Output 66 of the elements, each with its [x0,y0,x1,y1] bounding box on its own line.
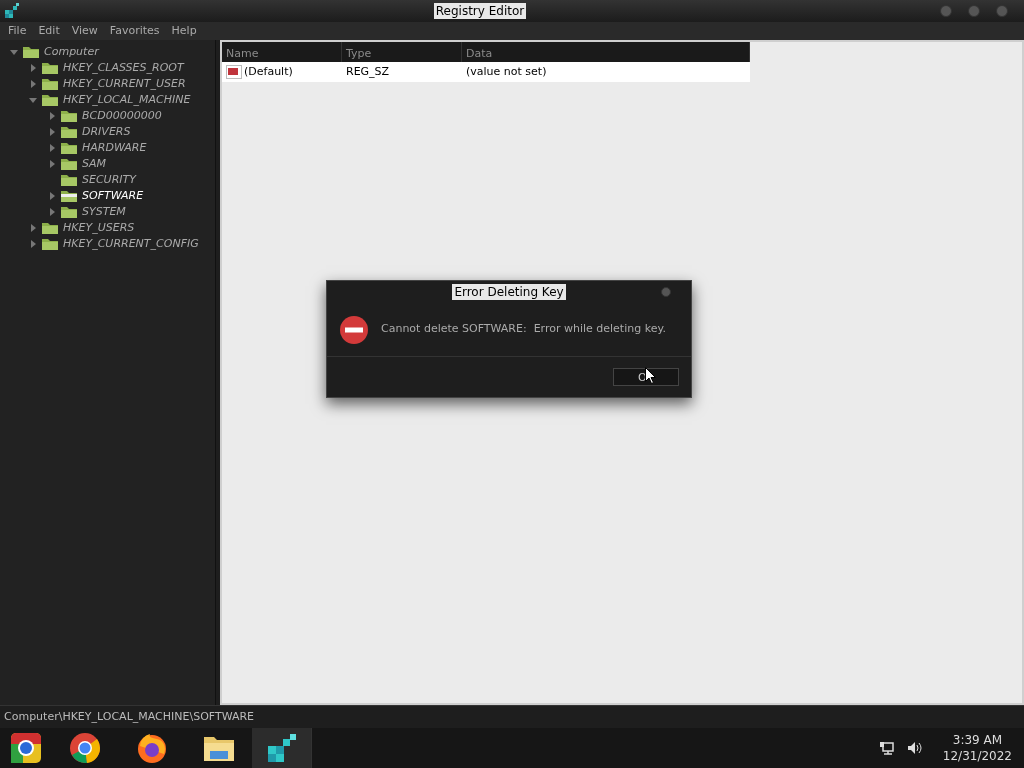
folder-icon [60,157,78,171]
tree-item[interactable]: SYSTEM [82,203,126,221]
tree-item[interactable]: HKEY_LOCAL_MACHINE [63,91,191,109]
tree-item[interactable]: SECURITY [82,171,136,189]
expand-arrow-icon[interactable] [49,144,55,152]
expand-arrow-icon[interactable] [49,208,55,216]
error-icon [339,314,369,345]
folder-icon [41,77,59,91]
close-button[interactable] [661,287,671,297]
folder-icon [60,109,78,123]
minimize-button[interactable] [940,5,952,17]
maximize-button[interactable] [968,5,980,17]
folder-icon [41,61,59,75]
browser-icon[interactable] [10,732,42,764]
clock-date[interactable]: 12/31/2022 [942,748,1012,764]
menu-item[interactable]: Favorites [109,22,160,40]
error-message: Cannot delete SOFTWARE: Error while deleting key. [381,321,666,338]
expand-arrow-icon[interactable] [49,112,55,120]
menu-item[interactable]: File [8,22,27,40]
network-icon[interactable] [878,741,895,755]
expand-arrow-icon[interactable] [30,80,36,88]
tree-item[interactable]: HKEY_CURRENT_USER [63,75,186,93]
tree-item[interactable]: SAM [82,155,106,173]
collapse-arrow-icon[interactable] [10,49,18,55]
folder-icon [60,141,78,155]
tree-item[interactable]: HKEY_CLASSES_ROOT [63,59,184,77]
clock-time[interactable]: 3:39 AM [952,732,1003,748]
folder-icon [41,221,59,235]
registry-icon [4,3,20,19]
dialog-title: Error Deleting Key [452,284,566,300]
table-cell-text: (value not set) [465,63,548,80]
folder-icon [41,93,59,107]
tree-item[interactable]: SOFTWARE [82,187,144,205]
tree-item[interactable]: Computer [44,43,99,61]
expand-arrow-icon[interactable] [49,192,55,200]
mouse-cursor-icon [645,367,656,384]
firefox-icon[interactable] [136,732,168,764]
tree-item[interactable]: HARDWARE [82,139,147,157]
string-value-icon [226,65,242,79]
expand-arrow-icon[interactable] [30,64,36,72]
tree-item[interactable]: HKEY_CURRENT_CONFIG [63,235,199,253]
expand-arrow-icon[interactable] [49,160,55,168]
table-cell-text: REG_SZ [345,63,391,80]
menu-item[interactable]: Edit [38,22,60,40]
window-title: Registry Editor [433,3,527,19]
menu-item[interactable]: View [71,22,98,40]
tree-item[interactable]: BCD00000000 [82,107,162,125]
chrome-icon[interactable] [69,732,101,764]
speaker-icon[interactable] [906,741,923,755]
status-path: Computer\HKEY_LOCAL_MACHINE\SOFTWARE [4,708,255,725]
folder-icon [41,237,59,251]
folder-icon [22,45,40,59]
table-cell-text: (Default) [244,63,293,80]
menu-item[interactable]: Help [171,22,197,40]
registry-icon[interactable] [265,732,298,764]
open-folder-icon [60,189,78,203]
expand-arrow-icon[interactable] [49,128,55,136]
tree-item[interactable]: DRIVERS [82,123,131,141]
close-button[interactable] [996,5,1008,17]
folder-icon [60,173,78,187]
expand-arrow-icon[interactable] [30,240,36,248]
collapse-arrow-icon[interactable] [29,97,37,103]
tree-item[interactable]: HKEY_USERS [63,219,135,237]
expand-arrow-icon[interactable] [30,224,36,232]
folder-icon [60,125,78,139]
folder-icon [60,205,78,219]
